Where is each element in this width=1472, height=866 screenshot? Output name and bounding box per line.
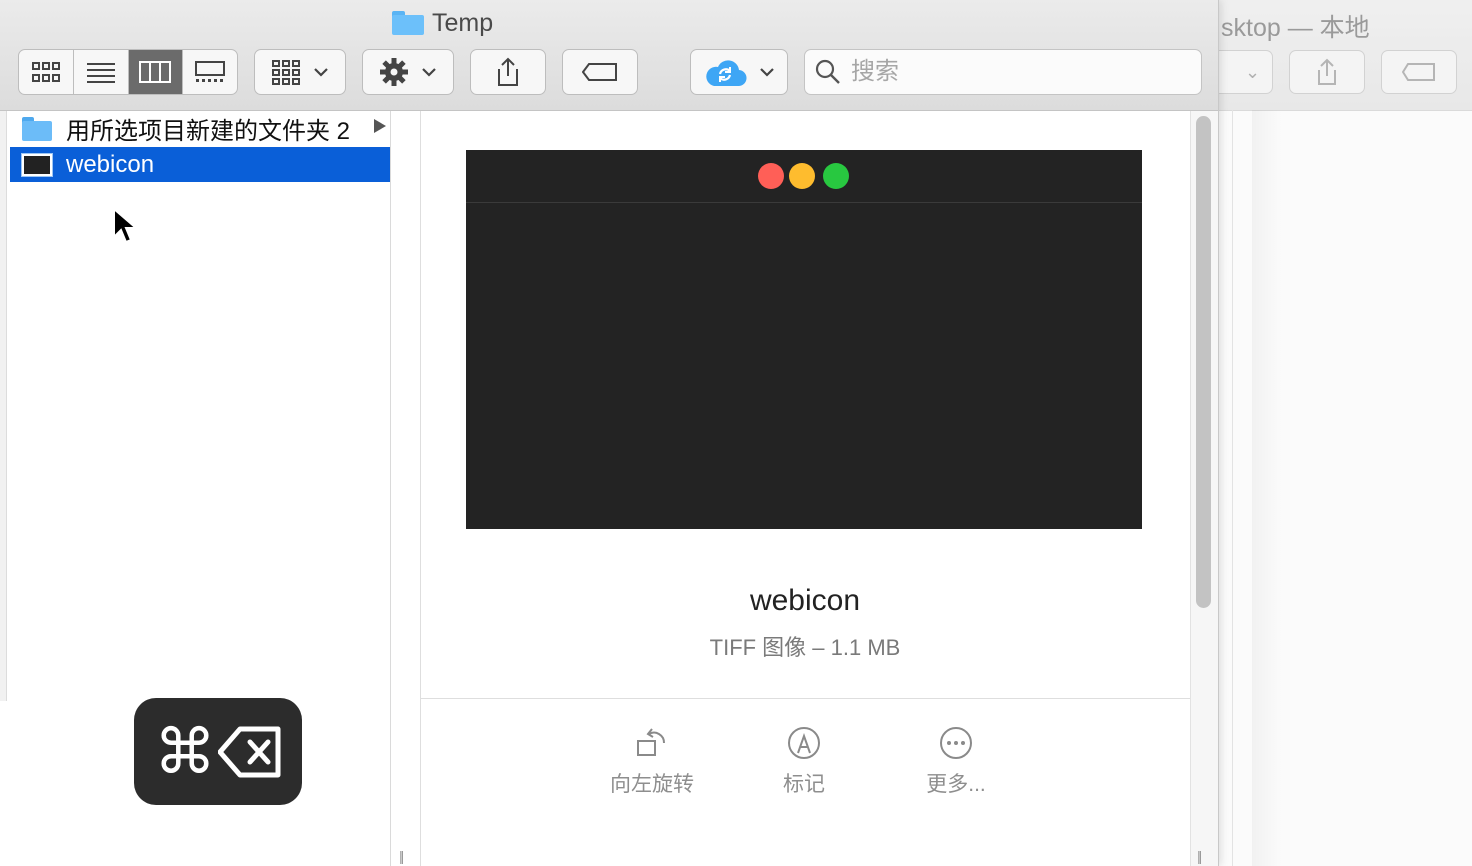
background-action-button[interactable]: ⌄: [1213, 50, 1273, 94]
tag-button[interactable]: [562, 49, 638, 95]
column-edge: [0, 111, 7, 701]
preview-divider: [420, 698, 1190, 699]
disclosure-arrow-icon: [374, 119, 386, 133]
column-resize-handle[interactable]: ||: [399, 848, 404, 864]
delete-key-icon: [218, 726, 281, 777]
column-view-icon: [139, 61, 172, 83]
list-item-webicon[interactable]: webicon: [10, 147, 390, 182]
yellow-dot-icon: [789, 163, 815, 189]
background-tag-button[interactable]: [1381, 50, 1457, 94]
action-label: 标记: [783, 773, 825, 796]
share-icon: [498, 57, 518, 86]
preview-file-info: TIFF 图像 – 1.1 MB: [709, 635, 901, 660]
search-field[interactable]: [804, 49, 1202, 95]
folder-icon: [392, 11, 424, 35]
tag-icon: [1402, 63, 1435, 81]
folder-icon: [22, 116, 52, 141]
action-label: 更多...: [926, 773, 986, 796]
icon-view-button[interactable]: [19, 50, 74, 94]
keyboard-shortcut-overlay: ⌘: [134, 698, 302, 805]
list-item-folder[interactable]: 用所选项目新建的文件夹 2: [10, 111, 390, 146]
markup-icon: [788, 727, 820, 759]
background-share-button[interactable]: [1289, 50, 1365, 94]
search-icon: [815, 59, 840, 84]
group-icon: [272, 60, 300, 85]
background-shadow: [1252, 110, 1282, 866]
action-button[interactable]: [362, 49, 454, 95]
gear-icon: [380, 58, 408, 86]
green-dot-icon: [823, 163, 849, 189]
group-button[interactable]: [254, 49, 346, 95]
tag-icon: [582, 63, 617, 81]
preview-image: [466, 150, 1142, 529]
window-title: Temp: [392, 6, 493, 40]
image-file-icon: [22, 153, 52, 176]
titlebar: Temp: [0, 0, 1218, 111]
scrollbar-thumb[interactable]: [1196, 116, 1211, 608]
chevron-down-icon: [760, 68, 774, 77]
background-finder-window[interactable]: sktop — 本地 ⌄: [1212, 0, 1472, 866]
list-item-label: 用所选项目新建的文件夹 2: [66, 118, 351, 145]
background-window-title: sktop — 本地: [1221, 14, 1370, 42]
more-icon: [940, 727, 972, 759]
rotate-left-button[interactable]: 向左旋转: [582, 726, 722, 798]
red-dot-icon: [758, 163, 784, 189]
list-item-label: webicon: [66, 150, 155, 178]
gallery-view-icon: [195, 61, 226, 82]
icon-view-icon: [31, 62, 60, 82]
view-switcher[interactable]: [18, 49, 238, 95]
markup-button[interactable]: 标记: [734, 726, 874, 798]
column-resize-handle[interactable]: ||: [1197, 848, 1202, 864]
action-label: 向左旋转: [610, 773, 694, 796]
chevron-down-icon: [314, 68, 328, 77]
rotate-left-icon: [637, 728, 666, 756]
list-view-icon: [86, 63, 115, 83]
list-view-button[interactable]: [74, 50, 129, 94]
background-column-divider: [1232, 110, 1233, 866]
preview-file-name: webicon: [749, 584, 861, 617]
share-icon: [1318, 58, 1336, 85]
gallery-view-button[interactable]: [183, 50, 237, 94]
share-button[interactable]: [470, 49, 546, 95]
chevron-down-icon: ⌄: [1244, 61, 1261, 82]
icloud-sync-icon: [706, 60, 747, 87]
search-input[interactable]: [849, 57, 1183, 87]
more-button[interactable]: 更多...: [886, 726, 1026, 798]
window-title-text: Temp: [432, 8, 494, 37]
icloud-button[interactable]: [690, 49, 788, 95]
mouse-cursor-icon: [113, 207, 138, 244]
column-view-button[interactable]: [128, 50, 184, 94]
chevron-down-icon: [422, 68, 436, 77]
command-key-icon: ⌘: [154, 715, 216, 788]
